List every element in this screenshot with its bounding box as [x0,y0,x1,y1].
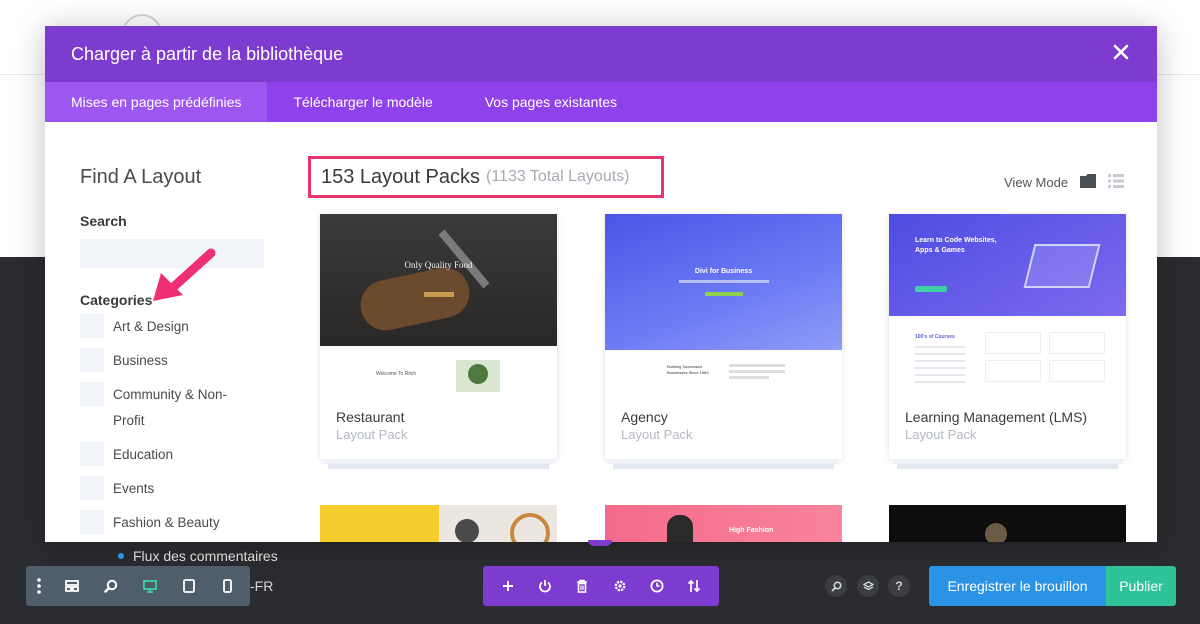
search-icon[interactable] [825,575,847,597]
thumb-subtitle: 100's of Courses [915,334,955,340]
page-settings-toolbar [483,566,719,606]
card-stack-shadow [897,464,1118,469]
category-events[interactable]: Events [80,476,270,502]
footer-text-fr: -FR [250,578,274,594]
history-icon[interactable] [640,566,674,606]
category-education[interactable]: Education [80,442,270,468]
annotation-arrow-icon [153,248,216,301]
phone-icon[interactable] [208,566,247,606]
bullet-icon [118,553,124,559]
footer-link-comments-feed[interactable]: Flux des commentaires [118,548,278,564]
add-icon[interactable] [491,566,525,606]
thumb-title: High Fashion [729,527,774,534]
layout-packs-heading: 153 Layout Packs (1133 Total Layouts) [308,156,664,198]
find-layout-title: Find A Layout [80,166,202,188]
modal-header: Charger à partir de la bibliothèque [45,26,1157,82]
card-type: Layout Pack [336,427,408,442]
category-label: Fashion & Beauty [113,515,220,530]
category-label: Business [113,353,168,368]
card-stack-shadow [609,459,838,464]
save-draft-button[interactable]: Enregistrer le brouillon [929,566,1106,606]
category-checkbox[interactable] [80,314,104,338]
card-type: Layout Pack [621,427,693,442]
view-mode-label: View Mode [1004,175,1069,190]
card-stack-shadow [893,459,1122,464]
category-list: Art & Design Business Community & Non-Pr… [80,314,270,536]
total-layouts-count: (1133 Total Layouts) [486,168,630,185]
view-toolbar [26,566,250,606]
card-thumbnail: Learn to Code Websites, Apps & Games 100… [889,214,1126,394]
close-icon[interactable] [1111,43,1131,66]
card-stack-shadow [613,464,834,469]
modal-tabs: Mises en pages prédéfinies Télécharger l… [45,82,1157,122]
category-art-design[interactable]: Art & Design [80,314,270,340]
library-modal: Charger à partir de la bibliothèque Mise… [45,26,1157,542]
help-glyph: ? [895,579,903,593]
layout-pack-card-partial[interactable]: High Fashion [605,505,842,542]
category-checkbox[interactable] [80,476,104,500]
category-checkbox[interactable] [80,510,104,534]
list-view-icon[interactable] [1108,174,1125,191]
footer-link-label: Flux des commentaires [133,548,278,564]
tablet-icon[interactable] [169,566,208,606]
publish-button[interactable]: Publier [1106,566,1176,606]
portability-icon[interactable] [677,566,711,606]
wireframe-icon[interactable] [52,566,91,606]
card-title: Restaurant [336,409,405,425]
category-fashion-beauty[interactable]: Fashion & Beauty [80,510,270,536]
grid-view-icon[interactable] [1080,174,1097,191]
more-icon[interactable] [26,566,52,606]
thumb-title: Divi for Business [694,268,753,275]
tab-existing-pages[interactable]: Vos pages existantes [459,82,643,122]
thumb-subtitle: Building Successful Businesses Since 198… [667,364,709,375]
category-checkbox[interactable] [80,348,104,372]
card-stack-shadow [324,459,553,464]
view-mode: View Mode [1004,174,1125,191]
card-thumbnail: Divi for Business Building Successful Bu… [605,214,842,394]
desktop-icon[interactable] [130,566,169,606]
tab-upload-template[interactable]: Télécharger le modèle [267,82,458,122]
zoom-icon[interactable] [91,566,130,606]
card-thumbnail: Only Quality Food Welcome To Ritch [320,214,557,394]
category-business[interactable]: Business [80,348,270,374]
thumb-subtitle: Welcome To Ritch [376,371,417,377]
search-label: Search [80,213,127,229]
power-icon[interactable] [528,566,562,606]
card-title: Agency [621,409,668,425]
layout-pack-card-partial[interactable] [889,505,1126,542]
tab-predefined-layouts[interactable]: Mises en pages prédéfinies [45,82,268,122]
card-title: Learning Management (LMS) [905,409,1088,425]
category-community-non-profit[interactable]: Community & Non-Profit [80,382,270,434]
category-checkbox[interactable] [80,442,104,466]
layout-pack-card-partial[interactable] [320,505,557,542]
section-handle[interactable] [588,540,612,546]
card-stack-shadow [328,464,549,469]
layout-pack-card-lms[interactable]: Learn to Code Websites, Apps & Games 100… [889,214,1126,469]
thumb-title: Learn to Code Websites, Apps & Games [915,237,997,254]
category-label: Events [113,481,155,496]
layout-pack-card-restaurant[interactable]: Only Quality Food Welcome To Ritch Resta… [320,214,557,469]
category-label: Community & Non-Profit [113,387,228,428]
help-icon[interactable]: ? [888,575,910,597]
layout-packs-count: 153 Layout Packs [321,165,480,188]
category-label: Education [113,447,174,462]
layers-icon[interactable] [857,575,879,597]
category-checkbox[interactable] [80,382,104,406]
layout-pack-card-agency[interactable]: Divi for Business Building Successful Bu… [605,214,842,469]
layout-filter-sidebar: Find A Layout Search Categories Art & De… [80,166,270,542]
trash-icon[interactable] [565,566,599,606]
card-type: Layout Pack [905,427,977,442]
category-label: Art & Design [113,319,189,334]
thumb-title: Only Quality Food [404,260,473,270]
settings-icon[interactable] [603,566,637,606]
modal-title: Charger à partir de la bibliothèque [71,43,344,64]
